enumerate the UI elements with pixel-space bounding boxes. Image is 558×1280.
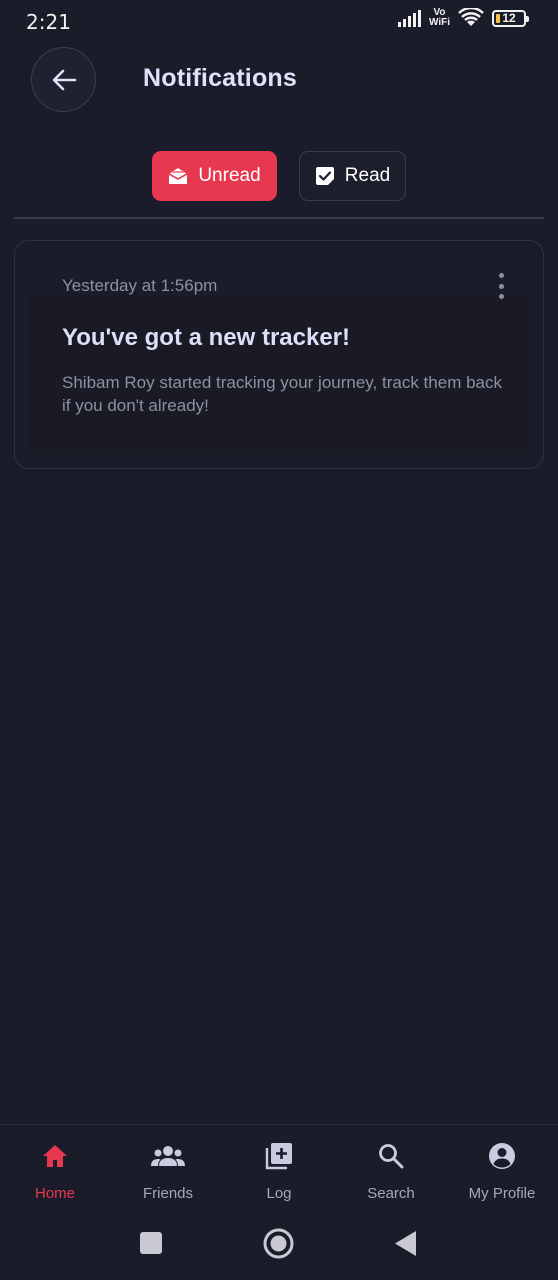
tab-unread[interactable]: Unread — [152, 151, 277, 201]
nav-item-log[interactable]: Log — [229, 1141, 329, 1202]
envelope-open-icon — [168, 168, 188, 184]
status-time: 2:21 — [26, 10, 71, 34]
nav-item-my-profile[interactable]: My Profile — [452, 1141, 552, 1202]
arrow-left-icon — [52, 69, 76, 90]
nav-item-friends[interactable]: Friends — [118, 1141, 218, 1202]
home-circle-icon[interactable] — [263, 1228, 294, 1259]
tab-read-label: Read — [344, 165, 391, 186]
status-bar: 2:21 Vo WiFi 12 — [0, 0, 558, 42]
tab-divider — [14, 217, 544, 219]
vowifi-indicator: Vo WiFi — [429, 8, 450, 28]
wifi-icon — [458, 8, 484, 26]
bottom-nav: Home Friends Log Search My Profile — [0, 1124, 558, 1220]
status-icons: Vo WiFi 12 — [397, 8, 529, 28]
notification-body: Shibam Roy started tracking your journey… — [62, 373, 502, 415]
more-vert-icon[interactable] — [495, 273, 507, 299]
nav-label-search: Search — [367, 1185, 415, 1202]
notification-card[interactable]: Yesterday at 1:56pm You've got a new tra… — [14, 240, 544, 469]
vowifi-label-bottom: WiFi — [428, 17, 450, 28]
nav-item-search[interactable]: Search — [341, 1141, 441, 1202]
notification-title: You've got a new tracker! — [62, 324, 351, 351]
nav-label-my-profile: My Profile — [468, 1185, 536, 1202]
notifications-screen: 2:21 Vo WiFi 12 Notifications Unread Rea… — [0, 0, 558, 1280]
nav-item-home[interactable]: Home — [5, 1141, 105, 1202]
notification-time: Yesterday at 1:56pm — [62, 276, 218, 295]
nav-label-friends: Friends — [142, 1185, 194, 1202]
page-title: Notifications — [143, 64, 297, 92]
add-box-icon — [265, 1141, 293, 1171]
group-icon — [151, 1141, 185, 1171]
tab-read[interactable]: Read — [299, 151, 406, 201]
account-circle-icon — [488, 1141, 516, 1171]
system-nav-bar — [0, 1220, 558, 1280]
home-icon — [42, 1141, 68, 1171]
battery-icon: 12 — [492, 9, 529, 27]
signal-icon — [397, 9, 421, 27]
checked-note-icon — [315, 167, 334, 185]
recents-icon[interactable] — [140, 1232, 162, 1254]
nav-label-home: Home — [34, 1185, 75, 1202]
tab-unread-label: Unread — [198, 165, 261, 186]
back-button[interactable] — [31, 47, 96, 112]
battery-level: 12 — [502, 11, 516, 25]
nav-label-log: Log — [266, 1185, 292, 1202]
back-triangle-icon[interactable] — [395, 1231, 417, 1256]
search-icon — [378, 1141, 404, 1171]
